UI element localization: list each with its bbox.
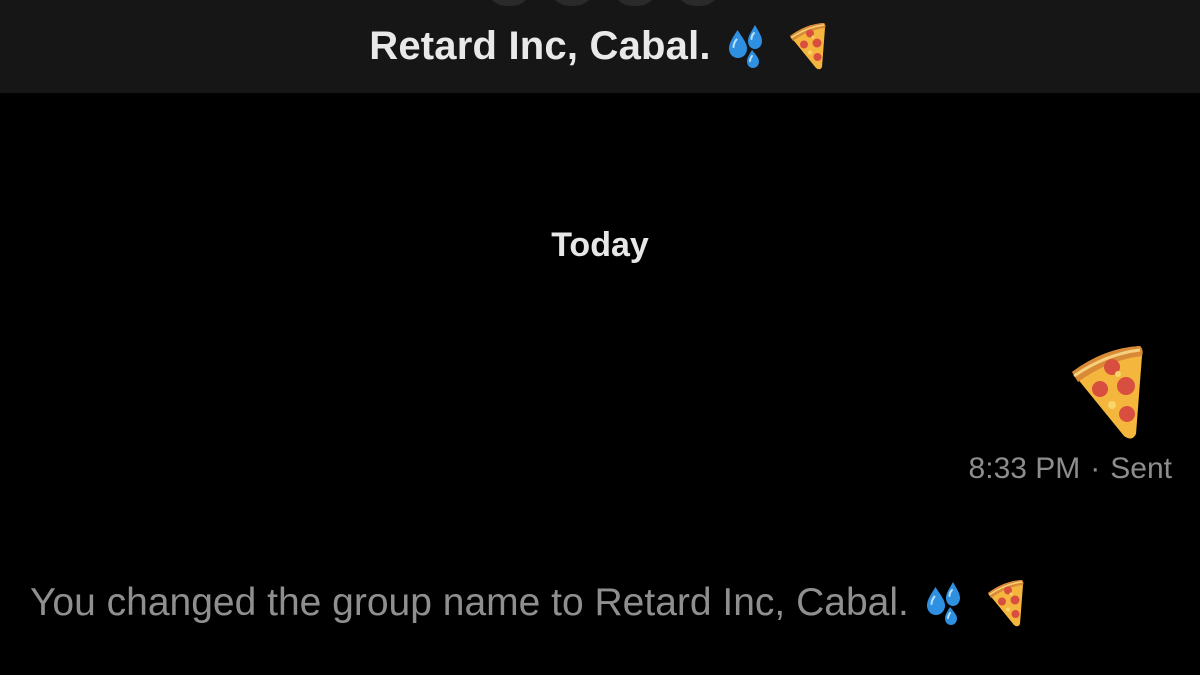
pizza-icon — [781, 21, 831, 71]
droplets-icon — [721, 21, 771, 71]
droplets-icon — [919, 578, 969, 628]
pizza-icon — [1054, 342, 1154, 442]
sent-message-bubble[interactable] — [1054, 342, 1154, 442]
group-name[interactable]: Retard Inc, Cabal. — [369, 24, 710, 69]
avatar[interactable] — [674, 0, 722, 6]
group-title-row[interactable]: Retard Inc, Cabal. — [0, 18, 1200, 74]
participant-avatars[interactable] — [0, 0, 1200, 6]
message-meta: 8:33 PM · Sent — [969, 452, 1172, 486]
avatar[interactable] — [611, 0, 659, 6]
message-time: 8:33 PM — [968, 452, 1081, 485]
pizza-icon — [979, 578, 1029, 628]
system-notice-text: You changed the group name to Retard Inc… — [30, 581, 909, 624]
avatar[interactable] — [485, 0, 533, 6]
meta-separator: · — [1090, 452, 1101, 485]
avatar[interactable] — [548, 0, 596, 6]
message-status: Sent — [1110, 452, 1172, 485]
date-separator: Today — [551, 226, 649, 264]
system-notice: You changed the group name to Retard Inc… — [30, 572, 1180, 634]
conversation-header: Retard Inc, Cabal. — [0, 0, 1200, 93]
